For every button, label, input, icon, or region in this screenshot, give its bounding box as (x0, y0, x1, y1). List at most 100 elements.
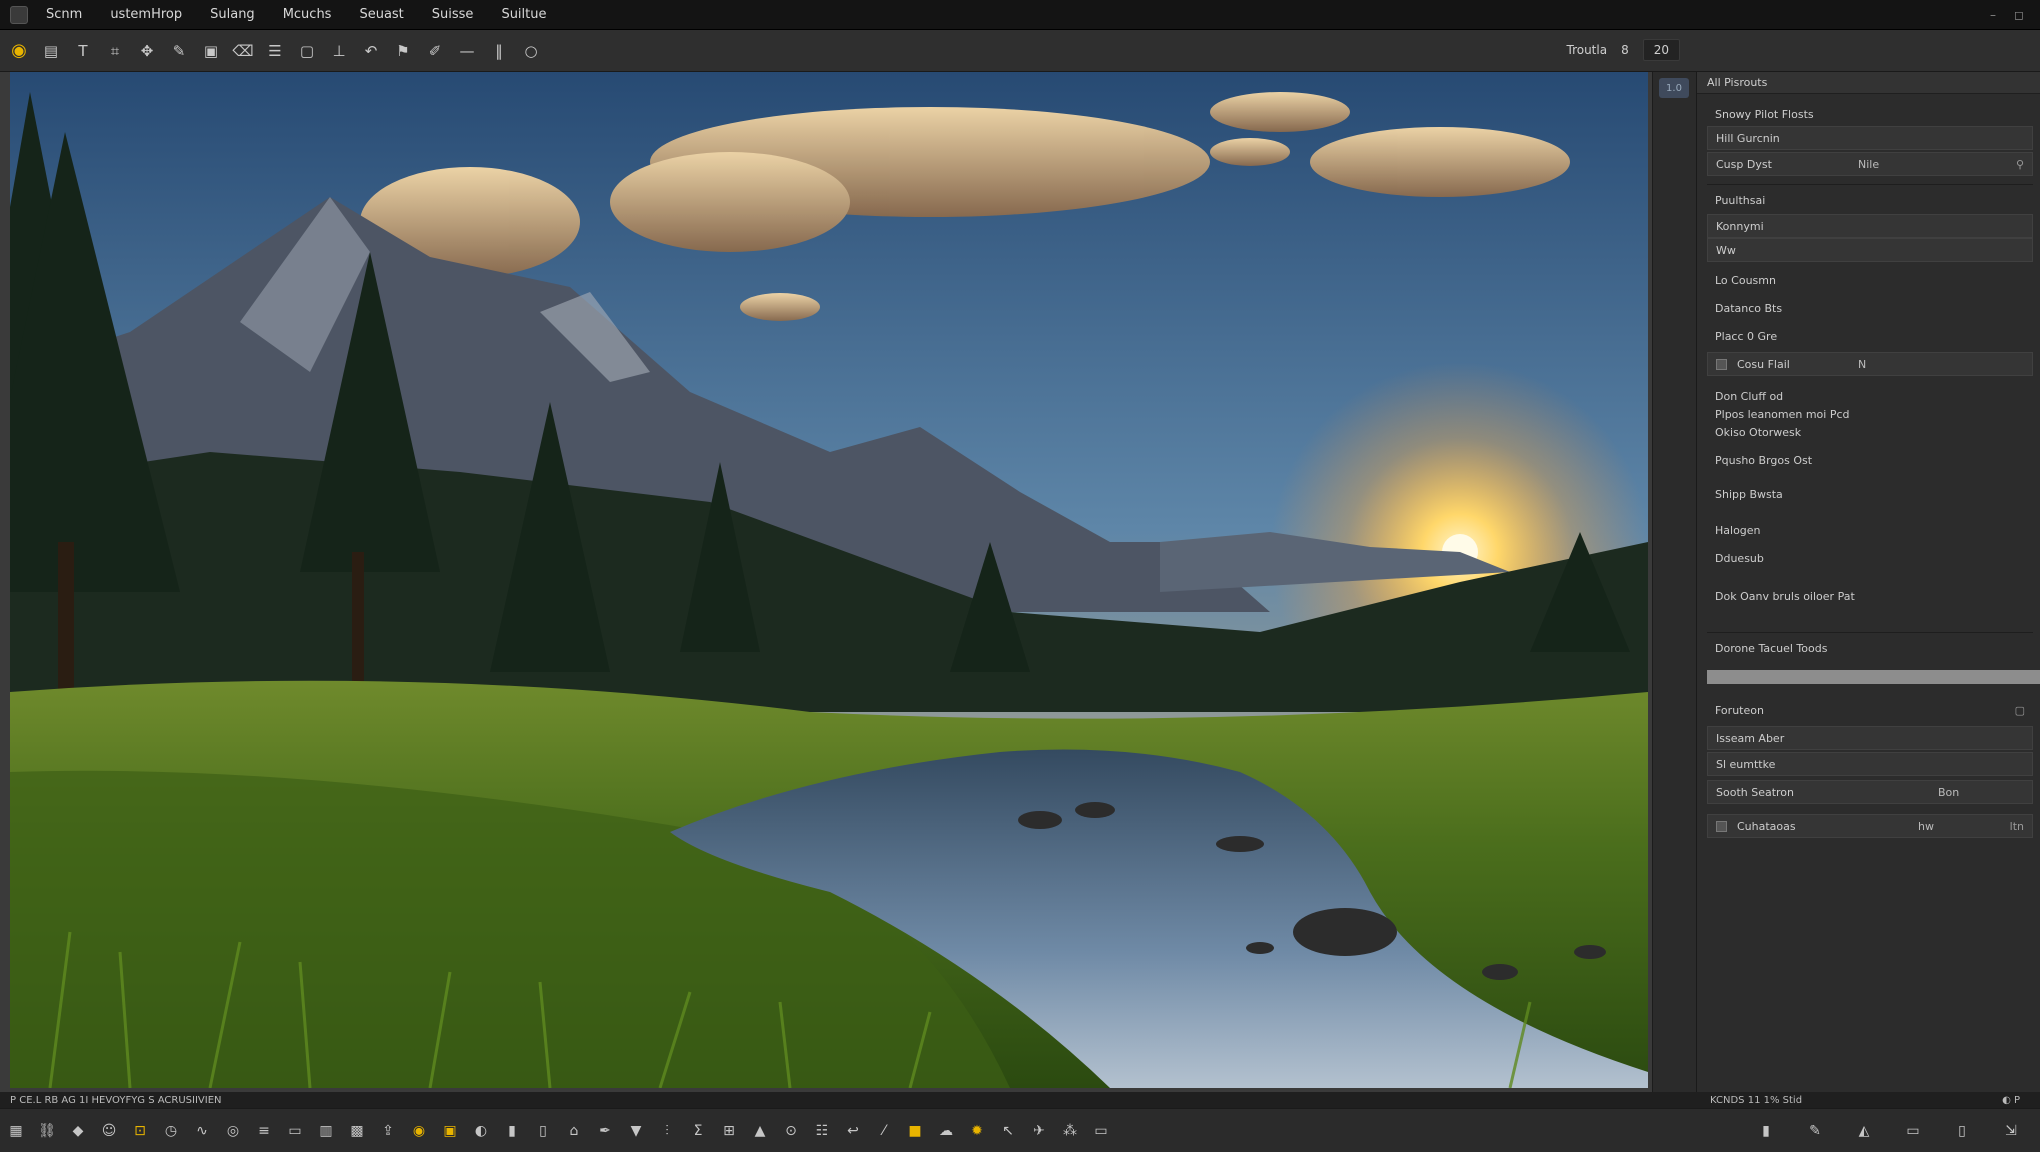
select-icon[interactable]: ◉ (6, 38, 32, 64)
menu-icon[interactable]: ☷ (810, 1119, 834, 1143)
field-2-icon[interactable]: ⚲ (2016, 158, 2024, 171)
person-icon[interactable]: ☺ (97, 1119, 121, 1143)
eye-icon[interactable]: ◎ (221, 1119, 245, 1143)
shield-icon[interactable]: ▼ (624, 1119, 648, 1143)
pointer-icon[interactable]: ↖ (996, 1119, 1020, 1143)
share-icon[interactable]: ⇪ (376, 1119, 400, 1143)
lock-icon[interactable]: ⊡ (128, 1119, 152, 1143)
doc-icon[interactable]: ▯ (531, 1119, 555, 1143)
undo-icon[interactable]: ↶ (358, 38, 384, 64)
shape-icon[interactable]: ◆ (66, 1119, 90, 1143)
target-icon[interactable]: ◉ (407, 1119, 431, 1143)
film-icon[interactable]: ▲ (748, 1119, 772, 1143)
nav-icon[interactable]: ⌂ (562, 1119, 586, 1143)
landscape-photo[interactable] (10, 72, 1648, 1088)
field-4[interactable]: Ww (1707, 238, 2033, 262)
canvas-vertical-scrollbar[interactable]: 1.0 (1652, 72, 1696, 1092)
layers-icon[interactable]: ▤ (38, 38, 64, 64)
pin-icon[interactable]: ⊥ (326, 38, 352, 64)
palette-icon[interactable]: ◐ (469, 1119, 493, 1143)
top-toolbar: ◉ ▤ T ⌗ ✥ ✎ ▣ ⌫ ☰ ▢ ⊥ ↶ ⚑ ✐ — ‖ ○ Troutl… (0, 30, 2040, 72)
grid-icon[interactable]: ▦ (4, 1119, 28, 1143)
move-icon[interactable]: ✥ (134, 38, 160, 64)
image-icon[interactable]: ▣ (198, 38, 224, 64)
frame-icon[interactable]: ▢ (294, 38, 320, 64)
cycle-icon[interactable]: ⊙ (779, 1119, 803, 1143)
wave-icon[interactable]: ∿ (190, 1119, 214, 1143)
text-icon[interactable]: T (70, 38, 96, 64)
field-2-value[interactable]: Nile (1858, 158, 1879, 171)
crop-icon[interactable]: ⌗ (102, 38, 128, 64)
cluster-icon[interactable]: ⁂ (1058, 1119, 1082, 1143)
row-3[interactable]: Placc 0 Gre (1707, 324, 2033, 348)
pin2-icon[interactable]: ✈ (1027, 1119, 1051, 1143)
scroll-handle[interactable]: 1.0 (1659, 78, 1689, 98)
sigma-icon[interactable]: Σ (686, 1119, 710, 1143)
eraser-icon[interactable]: ⌫ (230, 38, 256, 64)
maximize-button[interactable]: ◻ (2014, 8, 2024, 22)
stats-icon[interactable]: ▮ (500, 1119, 524, 1143)
doc2-icon[interactable]: ▯ (1950, 1119, 1974, 1143)
table-icon[interactable]: ▥ (314, 1119, 338, 1143)
pause-icon[interactable]: ‖ (486, 38, 512, 64)
cloud-icon[interactable]: ☁ (934, 1119, 958, 1143)
line-icon[interactable]: — (454, 38, 480, 64)
hook-icon[interactable]: ↩ (841, 1119, 865, 1143)
menu-item-7[interactable]: Suiltue (501, 7, 546, 22)
field-5[interactable]: Cosu Flail N (1707, 352, 2033, 376)
list-item-3-value[interactable]: Bon (1938, 786, 1959, 799)
zoom-field[interactable]: 20 (1642, 39, 1680, 61)
image2-icon[interactable]: ⊞ (717, 1119, 741, 1143)
field-5-value[interactable]: N (1858, 358, 1866, 371)
row-1[interactable]: Lo Cousmn (1707, 268, 2033, 292)
grid2-icon[interactable]: ▩ (345, 1119, 369, 1143)
monitor-icon[interactable]: ▭ (1089, 1119, 1113, 1143)
list-item-4[interactable]: Cuhataoas hw ltn (1707, 814, 2033, 838)
bars-icon[interactable]: ⫶ (655, 1119, 679, 1143)
star-icon[interactable]: ■ (903, 1119, 927, 1143)
menu-item-6[interactable]: Suisse (432, 7, 474, 22)
trash-icon[interactable]: ▮ (1754, 1119, 1778, 1143)
menu-item-5[interactable]: Seuast (359, 7, 403, 22)
field-1[interactable]: Hill Gurcnin (1707, 126, 2033, 150)
brush2-icon[interactable]: ✎ (1803, 1119, 1827, 1143)
pen-icon[interactable]: ✐ (422, 38, 448, 64)
list-icon[interactable]: ☰ (262, 38, 288, 64)
circle-icon[interactable]: ○ (518, 38, 544, 64)
row-11[interactable]: Dok Oanv bruls oiloer Pat (1707, 584, 2033, 608)
field-3[interactable]: Konnymi (1707, 214, 2033, 238)
row-10[interactable]: Dduesub (1707, 546, 2033, 570)
menu-item-3[interactable]: Sulang (210, 7, 255, 22)
menu-item-4[interactable]: Mcuchs (283, 7, 332, 22)
folder-icon[interactable]: ▭ (1901, 1119, 1925, 1143)
row-7[interactable]: Pqusho Brgos Ost (1707, 448, 2033, 472)
drop-icon[interactable]: ◭ (1852, 1119, 1876, 1143)
pen2-icon[interactable]: ✒ (593, 1119, 617, 1143)
menu-item-2[interactable]: ustemHrop (110, 7, 182, 22)
list-item-2[interactable]: Sl eumttke (1707, 752, 2033, 776)
spark-icon[interactable]: ⁄ (872, 1119, 896, 1143)
photo-svg (10, 72, 1648, 1088)
lines-icon[interactable]: ≡ (252, 1119, 276, 1143)
export-icon[interactable]: ⇲ (1999, 1119, 2023, 1143)
menu-item-1[interactable]: Scnm (46, 7, 82, 22)
list-item-1[interactable]: Isseam Aber (1707, 726, 2033, 750)
brush-icon[interactable]: ✎ (166, 38, 192, 64)
zoom-value[interactable]: 8 (1621, 43, 1629, 57)
field-2[interactable]: Cusp Dyst Nile ⚲ (1707, 152, 2033, 176)
frame2-icon[interactable]: ▣ (438, 1119, 462, 1143)
fire-icon[interactable]: ✹ (965, 1119, 989, 1143)
minimize-button[interactable]: – (1990, 8, 1996, 22)
section-3-collapse-icon[interactable]: ▢ (2015, 704, 2025, 717)
section-title-3-label: Foruteon (1715, 703, 1764, 717)
row-2[interactable]: Datanco Bts (1707, 296, 2033, 320)
list-item-4-value[interactable]: hw (1918, 820, 1934, 833)
row-8[interactable]: Shipp Bwsta (1707, 482, 2033, 506)
list-item-3[interactable]: Sooth Seatron Bon (1707, 780, 2033, 804)
link-icon[interactable]: ⛓ (35, 1119, 59, 1143)
flag-icon[interactable]: ⚑ (390, 38, 416, 64)
box-icon[interactable]: ▭ (283, 1119, 307, 1143)
list-item-4-checkbox[interactable] (1716, 820, 1727, 832)
field-5-checkbox[interactable] (1716, 358, 1727, 370)
clock-icon[interactable]: ◷ (159, 1119, 183, 1143)
